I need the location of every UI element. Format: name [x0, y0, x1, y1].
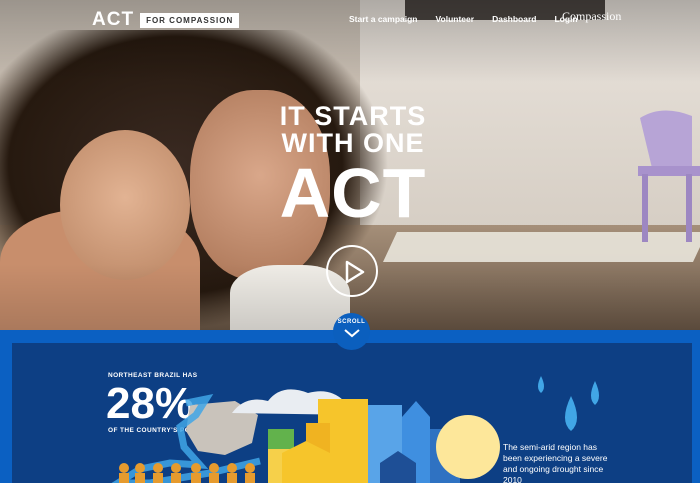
crowd-person — [171, 473, 181, 483]
play-icon — [345, 260, 365, 284]
sun-shape — [436, 415, 500, 479]
crowd-person — [171, 463, 181, 473]
crowd-person — [191, 463, 201, 473]
compassion-logo-text: Compassion — [562, 9, 622, 23]
page: ACT FOR COMPASSION Start a campaign Volu… — [0, 0, 700, 483]
crowd-person — [209, 473, 219, 483]
nav-start-campaign[interactable]: Start a campaign — [349, 14, 418, 24]
hero-section: ACT FOR COMPASSION Start a campaign Volu… — [0, 0, 700, 330]
act-logo[interactable]: ACT FOR COMPASSION — [92, 9, 240, 31]
building — [268, 429, 294, 449]
nav-dashboard[interactable]: Dashboard — [492, 14, 536, 24]
drought-text: The semi-arid region has been experienci… — [503, 442, 608, 483]
water-drop-icon — [591, 381, 599, 405]
crowd-person — [209, 463, 219, 473]
headline-line-2: WITH ONE — [281, 128, 425, 158]
crowd-person — [153, 463, 163, 473]
crowd-person — [227, 473, 237, 483]
crowd-person — [191, 473, 201, 483]
crowd-person — [153, 473, 163, 483]
crowd-person — [119, 463, 129, 473]
crowd-person — [245, 463, 255, 473]
scroll-label: SCROLL — [337, 319, 366, 325]
water-drop-icon — [565, 396, 577, 431]
play-video-button[interactable] — [326, 245, 378, 297]
chevron-down-icon — [343, 329, 360, 338]
headline-line-1: IT STARTS — [279, 101, 427, 131]
compassion-logo[interactable]: Compassion — [562, 9, 621, 24]
crowd-person — [119, 473, 129, 483]
logo-tagline: FOR COMPASSION — [140, 12, 240, 28]
headline-act: ACT — [279, 154, 427, 232]
water-drop-icon — [538, 376, 544, 393]
nav-volunteer[interactable]: Volunteer — [436, 14, 475, 24]
main-nav: Start a campaign Volunteer Dashboard Log… — [349, 14, 596, 24]
crowd-person — [135, 463, 145, 473]
logo-act-text: ACT — [92, 9, 135, 30]
building-roof — [402, 401, 430, 417]
hero-headline: IT STARTS WITH ONE ACT — [268, 101, 438, 232]
crowd-person — [245, 473, 255, 483]
crowd-person — [227, 463, 237, 473]
crowd-person — [135, 473, 145, 483]
